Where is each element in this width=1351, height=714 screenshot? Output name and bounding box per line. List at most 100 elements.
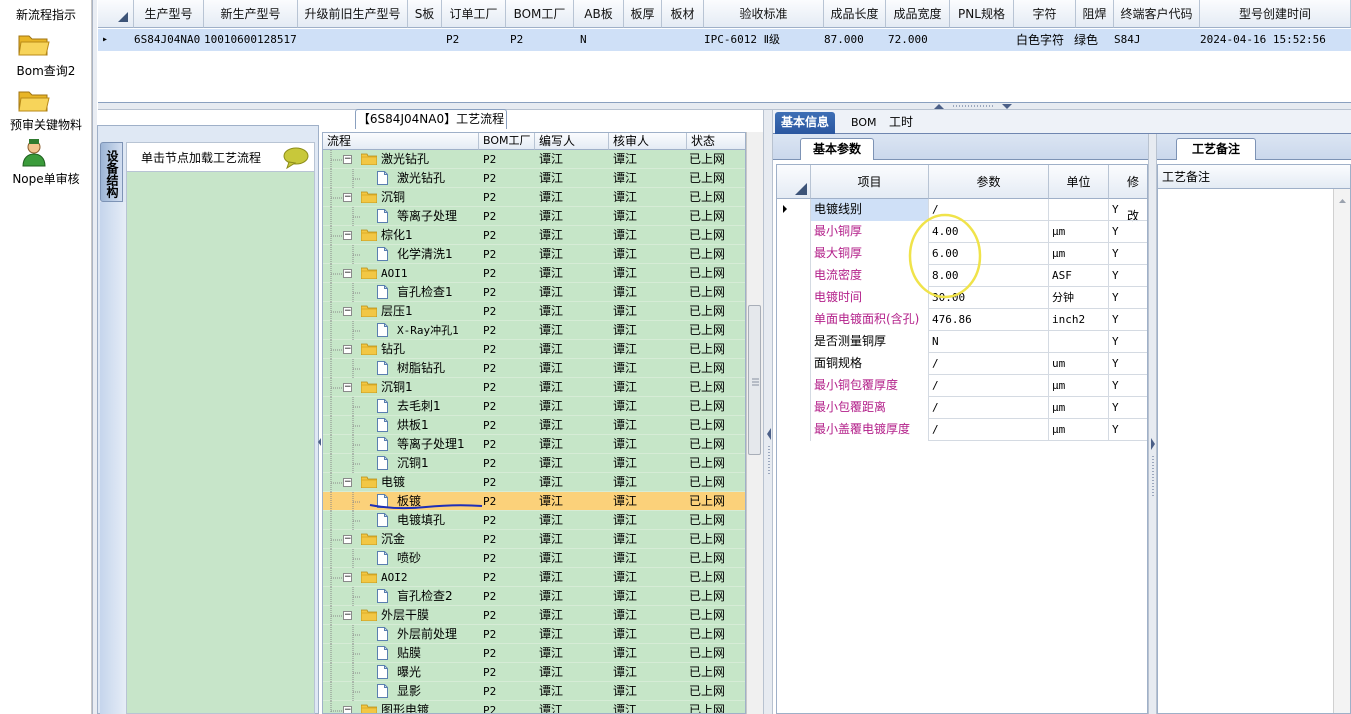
- col-header-status[interactable]: 状态: [687, 133, 745, 150]
- nav-item-nope-review[interactable]: Nope单审核: [0, 170, 98, 187]
- col-header[interactable]: 成品长度: [824, 0, 886, 28]
- col-header[interactable]: 成品宽度: [886, 0, 950, 28]
- collapse-toggle-icon[interactable]: −: [343, 345, 352, 354]
- param-value[interactable]: /: [929, 397, 1049, 419]
- tree-row[interactable]: 激光钻孔 P2 谭江 谭江 已上网: [323, 169, 745, 188]
- tree-row[interactable]: − 沉金 P2 谭江 谭江 已上网: [323, 530, 745, 549]
- tree-row[interactable]: 盲孔检查1 P2 谭江 谭江 已上网: [323, 283, 745, 302]
- tree-row[interactable]: X-Ray冲孔1 P2 谭江 谭江 已上网: [323, 321, 745, 340]
- col-header[interactable]: AB板: [574, 0, 624, 28]
- param-modify[interactable]: Y: [1109, 397, 1147, 419]
- col-header[interactable]: 升级前旧生产型号: [298, 0, 408, 28]
- tab-process-notes[interactable]: 工艺备注: [1176, 138, 1256, 160]
- tree-row[interactable]: − AOI2 P2 谭江 谭江 已上网: [323, 568, 745, 587]
- structure-tree-area[interactable]: [126, 172, 315, 714]
- param-modify[interactable]: Y: [1109, 353, 1147, 375]
- param-modify[interactable]: Y: [1109, 199, 1147, 221]
- tree-row[interactable]: 贴膜 P2 谭江 谭江 已上网: [323, 644, 745, 663]
- tree-row[interactable]: − 沉铜1 P2 谭江 谭江 已上网: [323, 378, 745, 397]
- tree-row[interactable]: − 层压1 P2 谭江 谭江 已上网: [323, 302, 745, 321]
- collapse-toggle-icon[interactable]: −: [343, 478, 352, 487]
- tree-row[interactable]: 沉铜1 P2 谭江 谭江 已上网: [323, 454, 745, 473]
- col-header[interactable]: 新生产型号: [204, 0, 298, 28]
- col-header-param[interactable]: 参数: [929, 165, 1049, 199]
- tree-row[interactable]: 去毛刺1 P2 谭江 谭江 已上网: [323, 397, 745, 416]
- col-header[interactable]: 阻焊: [1076, 0, 1114, 28]
- param-modify[interactable]: Y: [1109, 375, 1147, 397]
- param-value[interactable]: /: [929, 353, 1049, 375]
- col-header[interactable]: 型号创建时间: [1200, 0, 1351, 28]
- tree-row[interactable]: − 激光钻孔 P2 谭江 谭江 已上网: [323, 150, 745, 169]
- param-row[interactable]: 最小包覆距离 / μm Y: [777, 397, 1147, 419]
- collapse-toggle-icon[interactable]: −: [343, 231, 352, 240]
- cell-ab[interactable]: N: [580, 29, 620, 51]
- cell-created-time[interactable]: 2024-04-16 15:52:56: [1200, 29, 1351, 51]
- param-modify[interactable]: Y: [1109, 243, 1147, 265]
- cell-new-model[interactable]: 10010600128517: [204, 29, 298, 51]
- tree-row[interactable]: − 外层干膜 P2 谭江 谭江 已上网: [323, 606, 745, 625]
- tree-row[interactable]: 显影 P2 谭江 谭江 已上网: [323, 682, 745, 701]
- param-value[interactable]: N: [929, 331, 1049, 353]
- cell-customer-code[interactable]: S84J: [1114, 29, 1200, 51]
- collapse-toggle-icon[interactable]: −: [343, 193, 352, 202]
- col-header[interactable]: S板: [408, 0, 442, 28]
- tab-work-hours[interactable]: 工时: [883, 112, 919, 134]
- col-header-writer[interactable]: 编写人: [535, 133, 609, 150]
- col-header[interactable]: 生产型号: [134, 0, 204, 28]
- cell-character[interactable]: 白色字符: [1016, 29, 1076, 51]
- nav-item-pre-review-material[interactable]: 预审关键物料: [0, 116, 98, 133]
- tree-row[interactable]: − 图形电镀 P2 谭江 谭江 已上网: [323, 701, 745, 713]
- col-header-bom[interactable]: BOM工厂: [479, 133, 535, 150]
- tree-row[interactable]: 烘板1 P2 谭江 谭江 已上网: [323, 416, 745, 435]
- col-header[interactable]: BOM工厂: [506, 0, 574, 28]
- collapse-toggle-icon[interactable]: −: [343, 383, 352, 392]
- folder-open-icon[interactable]: [17, 86, 51, 114]
- cell-order-factory[interactable]: P2: [446, 29, 506, 51]
- tree-row[interactable]: 树脂钻孔 P2 谭江 谭江 已上网: [323, 359, 745, 378]
- horizontal-splitter[interactable]: [98, 103, 1351, 110]
- scrollbar-thumb[interactable]: [748, 305, 761, 455]
- process-notes-area[interactable]: [1157, 164, 1351, 714]
- tab-basic-params[interactable]: 基本参数: [800, 138, 874, 160]
- tab-device-structure[interactable]: 设备结构: [100, 142, 123, 202]
- param-row[interactable]: 最小铜包覆厚度 / μm Y: [777, 375, 1147, 397]
- cell-solder-mask[interactable]: 绿色: [1074, 29, 1112, 51]
- col-header[interactable]: 验收标准: [704, 0, 824, 28]
- tree-row[interactable]: 外层前处理 P2 谭江 谭江 已上网: [323, 625, 745, 644]
- param-value[interactable]: 476.86: [929, 309, 1049, 331]
- col-header-reviewer[interactable]: 核审人: [609, 133, 687, 150]
- nav-item-bom-query2[interactable]: Bom查询2: [0, 62, 98, 79]
- param-modify[interactable]: Y: [1109, 331, 1147, 353]
- tree-row[interactable]: 化学清洗1 P2 谭江 谭江 已上网: [323, 245, 745, 264]
- tree-row[interactable]: 曝光 P2 谭江 谭江 已上网: [323, 663, 745, 682]
- collapse-toggle-icon[interactable]: −: [343, 706, 352, 713]
- col-header-item[interactable]: 项目: [811, 165, 929, 199]
- tab-basic-info[interactable]: 基本信息: [775, 112, 836, 134]
- param-modify[interactable]: Y: [1109, 287, 1147, 309]
- collapse-toggle-icon[interactable]: −: [343, 155, 352, 164]
- col-header[interactable]: 字符: [1014, 0, 1076, 28]
- tree-row[interactable]: − 电镀 P2 谭江 谭江 已上网: [323, 473, 745, 492]
- vertical-splitter[interactable]: [1148, 134, 1157, 714]
- param-value[interactable]: /: [929, 419, 1049, 441]
- col-header-unit[interactable]: 单位: [1049, 165, 1109, 199]
- param-row[interactable]: 单面电镀面积(含孔) 476.86 inch2 Y: [777, 309, 1147, 331]
- param-modify[interactable]: Y: [1109, 309, 1147, 331]
- user-icon[interactable]: [20, 138, 48, 168]
- col-header[interactable]: 板厚: [624, 0, 662, 28]
- tree-row[interactable]: 喷砂 P2 谭江 谭江 已上网: [323, 549, 745, 568]
- param-row[interactable]: 面铜规格 / um Y: [777, 353, 1147, 375]
- param-modify[interactable]: Y: [1109, 419, 1147, 441]
- col-header-modify[interactable]: 修改: [1109, 165, 1147, 223]
- param-modify[interactable]: Y: [1109, 221, 1147, 243]
- tree-row[interactable]: − 棕化1 P2 谭江 谭江 已上网: [323, 226, 745, 245]
- folder-open-icon[interactable]: [17, 30, 51, 58]
- cell-bom-factory[interactable]: P2: [510, 29, 570, 51]
- tree-row[interactable]: 电镀填孔 P2 谭江 谭江 已上网: [323, 511, 745, 530]
- collapse-toggle-icon[interactable]: −: [343, 535, 352, 544]
- notes-scrollbar[interactable]: [1333, 189, 1350, 713]
- col-header[interactable]: 板材: [662, 0, 704, 28]
- tree-row[interactable]: − AOI1 P2 谭江 谭江 已上网: [323, 264, 745, 283]
- param-row[interactable]: 最小盖覆电镀厚度 / μm Y: [777, 419, 1147, 441]
- tree-row[interactable]: 等离子处理 P2 谭江 谭江 已上网: [323, 207, 745, 226]
